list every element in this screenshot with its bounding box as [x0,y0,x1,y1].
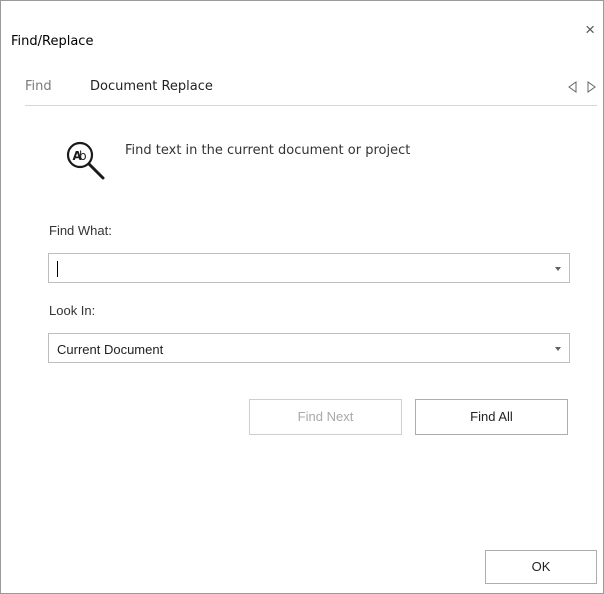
look-in-value: Current Document [57,342,164,357]
dialog-title: Find/Replace [11,34,94,49]
tab-find[interactable]: Find [25,79,52,94]
chevron-down-icon[interactable] [555,347,561,351]
find-next-button[interactable]: Find Next [249,399,402,435]
close-icon[interactable]: × [585,21,595,38]
find-all-button[interactable]: Find All [415,399,568,435]
find-what-combobox[interactable] [48,253,570,283]
look-in-combobox[interactable]: Current Document [48,333,570,363]
title-bar: Find/Replace × [1,1,603,49]
tab-find-underline [25,105,77,106]
svg-text:b: b [79,149,87,163]
text-caret [57,261,58,277]
info-text: Find text in the current document or pro… [125,143,411,158]
tab-document-replace[interactable]: Document Replace [90,79,213,94]
tab-strip: Find Document Replace [25,79,597,107]
chevron-down-icon[interactable] [555,267,561,271]
triangle-right-icon[interactable] [585,81,597,93]
look-in-label: Look In: [49,303,96,318]
find-what-label: Find What: [49,223,112,238]
find-text-magnifier-icon: A b [66,141,105,180]
find-replace-dialog: Find/Replace × Find Document Replace A b… [0,0,604,594]
ok-button[interactable]: OK [485,550,597,584]
triangle-left-icon[interactable] [567,81,579,93]
tab-divider [25,105,597,106]
